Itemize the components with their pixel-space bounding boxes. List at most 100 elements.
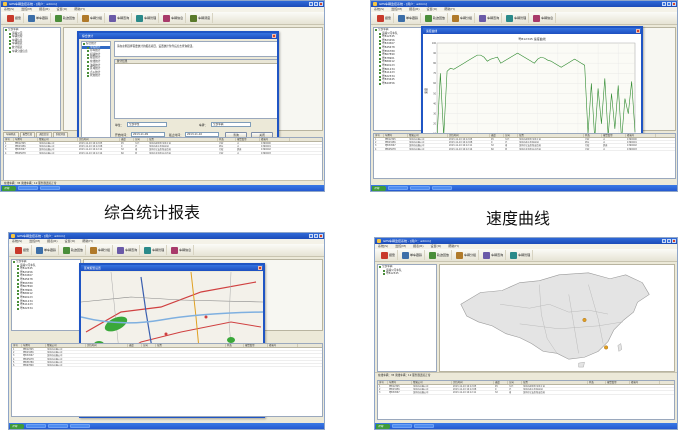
minimize-icon[interactable] — [662, 2, 666, 6]
toolbar-playback-button[interactable]: 轨迹回放 — [423, 13, 449, 23]
taskbar-item[interactable] — [70, 424, 90, 428]
col-header[interactable]: 车牌号 — [14, 138, 38, 141]
menu-help[interactable]: 帮助(H) — [444, 7, 455, 11]
col-header[interactable]: 状态 — [588, 381, 606, 384]
toolbar-manage-button[interactable]: 车辆管理 — [142, 245, 168, 255]
toolbar-alarm-button[interactable]: 报警 — [375, 13, 395, 23]
toolbar-track-button[interactable]: 单车跟踪 — [26, 13, 52, 23]
toolbar-playback-button[interactable]: 轨迹回放 — [427, 250, 453, 260]
vehicle-tree[interactable]: 全部车辆 运输公司车队 粤B12345 — [377, 264, 437, 372]
china-map[interactable] — [439, 264, 675, 372]
map-marker[interactable] — [204, 315, 208, 319]
toolbar-group-button[interactable]: 车辆分组 — [88, 245, 114, 255]
col-header[interactable]: 报警类型 — [602, 134, 626, 137]
menu-help[interactable]: 帮助(H) — [74, 7, 85, 11]
toolbar-query-button[interactable]: 车辆查询 — [481, 250, 507, 260]
col-header[interactable]: 状态 — [218, 138, 236, 141]
vehicle-tree[interactable]: 全部车辆 运输公司车队 粤B12345 粤B23456 粤B34567 粤B45… — [11, 259, 81, 331]
close-icon[interactable] — [672, 239, 676, 243]
start-button[interactable]: 开始 — [2, 185, 16, 191]
table-row[interactable]: 6 粤B67890 深圳市运输公司 — [12, 364, 322, 368]
menu-system[interactable]: 系统(S) — [378, 244, 388, 248]
col-header[interactable]: 报警类型 — [606, 381, 630, 384]
col-header[interactable]: 序号 — [378, 381, 388, 384]
toolbar-group-button[interactable]: 车辆分组 — [450, 13, 476, 23]
col-header[interactable]: 定位时间 — [452, 381, 494, 384]
minimize-icon[interactable] — [662, 239, 666, 243]
col-header[interactable]: 位置 — [518, 134, 584, 137]
taskbar-item[interactable] — [26, 424, 46, 428]
toolbar-info-button[interactable]: 车辆信息 — [531, 13, 557, 23]
toolbar-track-button[interactable]: 单车跟踪 — [400, 250, 426, 260]
map-marker[interactable] — [164, 332, 168, 336]
menu-report[interactable]: 报表(R) — [47, 239, 57, 243]
col-header[interactable]: 终端号 — [268, 344, 298, 347]
toolbar-group-button[interactable]: 车辆分组 — [80, 13, 106, 23]
toolbar-playback-button[interactable]: 轨迹回放 — [61, 245, 87, 255]
toolbar-track-button[interactable]: 单车跟踪 — [396, 13, 422, 23]
close-icon[interactable] — [319, 234, 323, 238]
toolbar-query-button[interactable]: 车辆查询 — [107, 13, 133, 23]
menu-help[interactable]: 帮助(H) — [82, 239, 93, 243]
toolbar-query-button[interactable]: 车辆查询 — [115, 245, 141, 255]
toolbar-manage-button[interactable]: 车辆管理 — [508, 250, 534, 260]
minimize-icon[interactable] — [309, 234, 313, 238]
table-row[interactable]: 4 粤B45678 深圳市运输公司 2013-11-10 10:12:14 60 西深圳市… — [374, 148, 675, 151]
menu-system[interactable]: 系统(S) — [12, 239, 22, 243]
maximize-icon[interactable] — [667, 2, 671, 6]
report-type-list[interactable]: 综合统计 里程统计 停车统计 超速统计 报警统计 在线统计 油耗统计 区域统计 … — [81, 41, 111, 149]
toolbar-query-button[interactable]: 车辆查询 — [477, 13, 503, 23]
col-header[interactable]: 速度 — [128, 344, 142, 347]
col-header[interactable]: 序号 — [374, 134, 384, 137]
toolbar-dispatch-button[interactable]: 车辆调度 — [188, 13, 214, 23]
col-header[interactable]: 车牌号 — [384, 134, 408, 137]
col-header[interactable]: 所属公司 — [408, 134, 448, 137]
toolbar-alarm-button[interactable]: 报警 — [5, 13, 25, 23]
col-header[interactable]: 终端号 — [260, 138, 290, 141]
col-header[interactable]: 位置 — [522, 381, 588, 384]
close-icon[interactable] — [636, 29, 640, 33]
col-header[interactable]: 定位时间 — [448, 134, 490, 137]
col-header[interactable]: 车牌号 — [388, 381, 412, 384]
col-header[interactable]: 报警类型 — [244, 344, 268, 347]
menu-monitor[interactable]: 监控(M) — [29, 239, 40, 243]
table-row[interactable]: 3 粤B34567 深圳市运输公司 2013-11-10 10:12:11 32 南深圳市… — [378, 391, 674, 395]
close-icon[interactable] — [272, 34, 276, 38]
tree-node[interactable]: 粤B44556 — [374, 82, 428, 86]
close-icon[interactable] — [319, 2, 323, 6]
menu-report[interactable]: 报表(R) — [409, 7, 419, 11]
col-header[interactable]: 终端号 — [630, 381, 660, 384]
col-header[interactable]: 方向 — [504, 134, 518, 137]
col-header[interactable]: 状态 — [584, 134, 602, 137]
col-header[interactable]: 所属公司 — [412, 381, 452, 384]
col-header[interactable]: 状态 — [226, 344, 244, 347]
col-header[interactable]: 位置 — [148, 138, 218, 141]
start-button[interactable]: 开始 — [372, 185, 386, 191]
col-header[interactable]: 方向 — [142, 344, 156, 347]
toolbar-alarm-button[interactable]: 报警 — [379, 250, 399, 260]
col-header[interactable]: 速度 — [120, 138, 134, 141]
col-header[interactable]: 报警类型 — [236, 138, 260, 141]
menu-settings[interactable]: 设置(O) — [431, 244, 442, 248]
col-header[interactable]: 所属公司 — [46, 344, 86, 347]
company-select[interactable]: 全部单位 — [127, 122, 167, 127]
tree-node[interactable]: 粤B12345 — [378, 272, 436, 276]
col-header[interactable]: 定位时间 — [86, 344, 128, 347]
toolbar-manage-button[interactable]: 车辆管理 — [134, 13, 160, 23]
close-icon[interactable] — [258, 266, 262, 270]
start-button[interactable]: 开始 — [10, 423, 24, 429]
taskbar-item[interactable] — [410, 186, 430, 190]
col-header[interactable]: 定位时间 — [78, 138, 120, 141]
col-header[interactable]: 方向 — [508, 381, 522, 384]
vehicle-marker[interactable] — [604, 345, 609, 350]
taskbar-item[interactable] — [414, 424, 434, 428]
taskbar-item[interactable] — [40, 186, 60, 190]
menu-system[interactable]: 系统(S) — [4, 7, 14, 11]
col-header[interactable]: 序号 — [4, 138, 14, 141]
menu-help[interactable]: 帮助(H) — [448, 244, 459, 248]
col-header[interactable]: 序号 — [12, 344, 22, 347]
menu-settings[interactable]: 设置(O) — [57, 7, 68, 11]
start-button[interactable]: 开始 — [376, 423, 390, 429]
toolbar-playback-button[interactable]: 轨迹回放 — [53, 13, 79, 23]
minimize-icon[interactable] — [309, 2, 313, 6]
